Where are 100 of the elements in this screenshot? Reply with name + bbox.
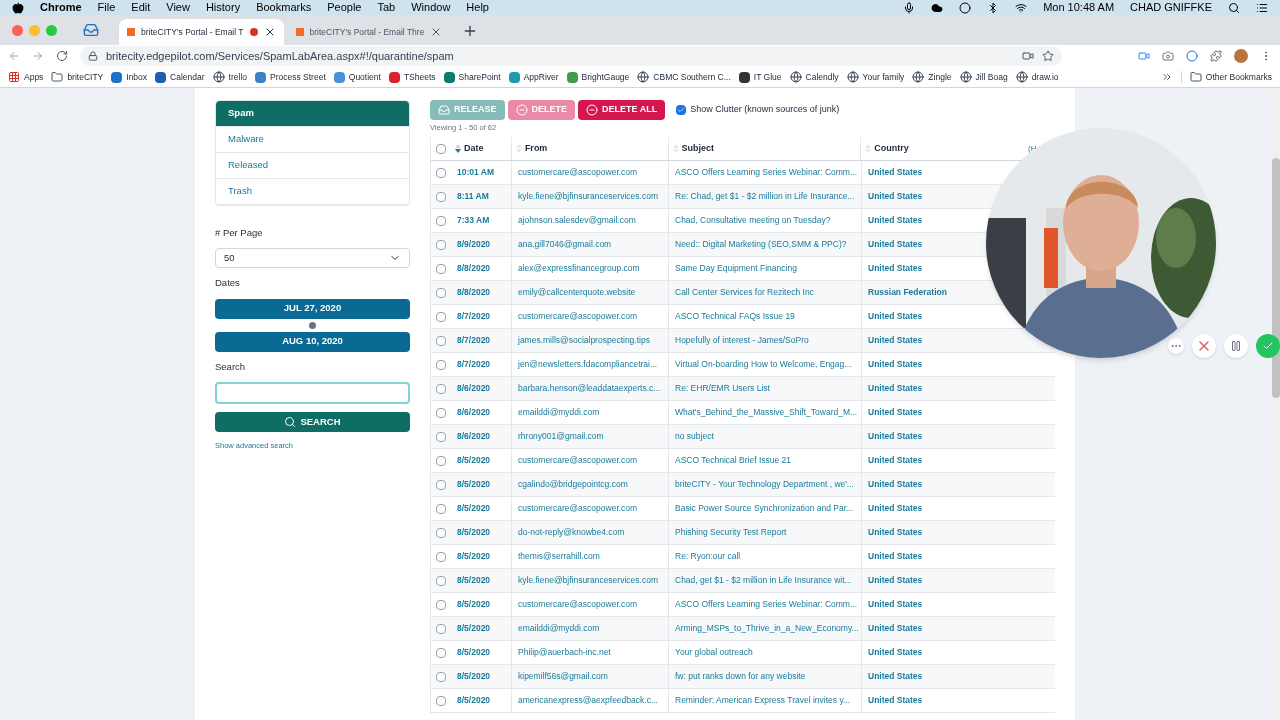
menu-clock[interactable]: Mon 10:48 AM <box>1043 0 1115 16</box>
table-row[interactable]: 8/6/2020 rhrony001@gmail.com no subject United States <box>431 425 1055 450</box>
table-row[interactable]: 8/5/2020 customercare@ascopower.com ASCO Technical Brief Issue 21 United States <box>431 449 1055 474</box>
more-button[interactable] <box>1168 338 1184 354</box>
cancel-button[interactable] <box>1192 334 1216 358</box>
finish-button[interactable] <box>1256 334 1280 358</box>
zoom-icon[interactable] <box>1138 50 1150 62</box>
table-row[interactable]: 8/5/2020 kyle.fiene@bjfinsuranceservices.com Chad, get $1 - $2 million in Life Insurance wit... United States <box>431 569 1055 594</box>
row-checkbox[interactable] <box>436 311 446 322</box>
bookmark[interactable]: trello <box>212 70 247 84</box>
menu-item[interactable]: Tab <box>377 0 396 16</box>
row-checkbox[interactable] <box>436 455 446 466</box>
minimize-window-icon[interactable] <box>29 24 40 36</box>
table-row[interactable]: 8/5/2020 americanexpress@aexpfeedback.c... Reminder: American Express Travel invites y... United States <box>431 689 1055 714</box>
search-button[interactable]: SEARCH <box>215 411 410 432</box>
pause-button[interactable] <box>1224 334 1248 358</box>
per-page-select[interactable]: 50 <box>215 248 410 269</box>
row-checkbox[interactable] <box>436 599 446 610</box>
row-checkbox[interactable] <box>436 479 446 490</box>
browser-tab[interactable]: briteCITY's Portal - Email T <box>119 19 284 45</box>
column-header[interactable]: Date <box>463 142 484 156</box>
bookmark[interactable]: CBMC Southern C... <box>637 70 731 84</box>
start-date-button[interactable]: JUL 27, 2020 <box>215 298 410 319</box>
cloud-icon[interactable] <box>931 1 944 14</box>
table-row[interactable]: 8/7/2020 jen@newsletters.fdacompliancetrai... Virtual On-boarding How to Welcome, Engag... United States <box>431 353 1055 378</box>
bookmark[interactable]: draw.io <box>1015 70 1059 84</box>
forward-icon[interactable] <box>32 50 44 62</box>
folder-nav-item[interactable]: Trash <box>216 179 409 205</box>
row-checkbox[interactable] <box>436 239 446 250</box>
menu-item[interactable]: View <box>166 0 190 16</box>
row-checkbox[interactable] <box>436 527 446 538</box>
list-icon[interactable] <box>1256 1 1268 14</box>
user-name[interactable]: CHAD GNIFFKE <box>1130 0 1212 16</box>
table-row[interactable]: 8/5/2020 themis@serrahill.com Re: Ryon:our call United States <box>431 545 1055 570</box>
search-field[interactable] <box>215 381 410 404</box>
bookmark[interactable]: AppRiver <box>508 70 559 84</box>
row-checkbox[interactable] <box>436 167 446 178</box>
folder-nav-item[interactable]: Malware <box>216 127 409 153</box>
bookmark[interactable]: Calendly <box>789 70 839 84</box>
row-checkbox[interactable] <box>436 407 446 418</box>
table-row[interactable]: 8/5/2020 customercare@ascopower.com Basic Power Source Synchronization and Par... United States <box>431 497 1055 522</box>
close-window-icon[interactable] <box>12 24 23 36</box>
row-checkbox[interactable] <box>436 431 446 442</box>
table-row[interactable]: 8/5/2020 emailddi@myddi.com Arming_MSPs_to_Thrive_in_a_New_Economy... United States <box>431 617 1055 642</box>
bookmark[interactable]: Inbox <box>111 70 148 84</box>
reload-icon[interactable] <box>56 50 68 62</box>
bookmark[interactable]: briteCITY <box>51 70 104 84</box>
table-row[interactable]: 8/5/2020 cgalindo@bridgepointcg.com briteCITY - Your Technology Department , we'... United States <box>431 473 1055 498</box>
menu-item[interactable]: People <box>327 0 362 16</box>
star-icon[interactable] <box>1042 50 1054 62</box>
bookmark[interactable]: IT Glue <box>738 70 782 84</box>
microphone-icon[interactable] <box>903 1 916 14</box>
action-button[interactable]: DELETE ALL <box>578 100 666 120</box>
sort-icon[interactable] <box>454 144 460 154</box>
row-checkbox[interactable] <box>436 359 446 370</box>
table-row[interactable]: 8/5/2020 customercare@ascopower.com ASCO Offers Learning Series Webinar: Comm... United States <box>431 593 1055 618</box>
select-all-checkbox[interactable] <box>436 143 446 154</box>
menu-item[interactable]: Window <box>411 0 451 16</box>
row-checkbox[interactable] <box>436 287 446 298</box>
row-checkbox[interactable] <box>436 335 446 346</box>
menu-item[interactable]: Bookmarks <box>256 0 312 16</box>
table-row[interactable]: 8/5/2020 do-not-reply@knowbe4.com Phishing Security Test Report United States <box>431 521 1055 546</box>
scrollbar-thumb[interactable] <box>1272 158 1280 398</box>
more-bookmarks-icon[interactable] <box>1160 71 1173 83</box>
app-name[interactable]: Chrome <box>40 0 82 16</box>
table-row[interactable]: 8/6/2020 emailddi@myddi.com What's_Behind_the_Massive_Shift_Toward_M... United States <box>431 401 1055 426</box>
folder-nav-item[interactable]: Spam <box>216 101 409 127</box>
column-header[interactable]: Subject <box>681 142 715 156</box>
bookmark[interactable]: Zingle <box>912 70 952 84</box>
column-header[interactable]: From <box>524 142 548 156</box>
menu-item[interactable]: Help <box>466 0 489 16</box>
bookmark[interactable]: Your family <box>846 70 905 84</box>
camera-icon[interactable] <box>1022 50 1034 62</box>
bookmark[interactable]: BrightGauge <box>566 70 630 84</box>
table-row[interactable]: 8/6/2020 barbara.henson@leaddataexperts.c... Re: EHR/EMR Users List United States <box>431 377 1055 402</box>
screenshot-icon[interactable] <box>1162 50 1174 62</box>
row-checkbox[interactable] <box>436 551 446 562</box>
column-header[interactable]: Country <box>874 142 909 156</box>
apple-icon[interactable] <box>12 1 24 14</box>
bookmark[interactable]: TSheets <box>388 70 436 84</box>
row-checkbox[interactable] <box>436 503 446 514</box>
maximize-window-icon[interactable] <box>46 24 57 36</box>
clutter-checkbox[interactable] <box>676 105 687 115</box>
menu-item[interactable]: File <box>97 0 116 16</box>
bookmark[interactable]: SharePoint <box>443 70 501 84</box>
row-checkbox[interactable] <box>436 623 446 634</box>
table-row[interactable]: 8/5/2020 Philip@auerbach-inc.net Your global outreach United States <box>431 641 1055 666</box>
browser-tab[interactable]: briteCITY's Portal - Email Thre <box>287 19 451 45</box>
scrollbar[interactable] <box>1272 88 1280 720</box>
menu-item[interactable]: History <box>205 0 241 16</box>
wifi-icon[interactable] <box>1015 1 1028 14</box>
bookmark[interactable]: Jill Boag <box>959 70 1008 84</box>
bookmark[interactable]: Process Street <box>255 70 326 84</box>
outlook-icon[interactable] <box>83 22 99 38</box>
row-checkbox[interactable] <box>436 383 446 394</box>
row-checkbox[interactable] <box>436 191 446 202</box>
search-icon[interactable] <box>1228 1 1240 14</box>
bookmark[interactable]: Apps <box>8 70 44 84</box>
row-checkbox[interactable] <box>436 695 446 706</box>
bookmark[interactable]: Quotient <box>333 70 381 84</box>
